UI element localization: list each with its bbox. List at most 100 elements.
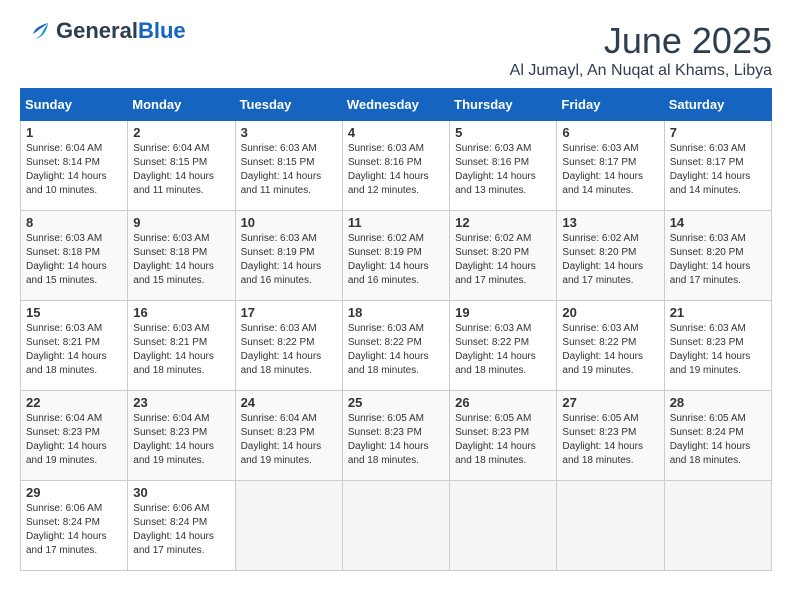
table-row: 11 Sunrise: 6:02 AM Sunset: 8:19 PM Dayl… <box>342 211 449 301</box>
table-row: 13 Sunrise: 6:02 AM Sunset: 8:20 PM Dayl… <box>557 211 664 301</box>
day-number: 21 <box>670 305 766 320</box>
day-info: Sunrise: 6:03 AM Sunset: 8:22 PM Dayligh… <box>241 322 337 378</box>
location-title: Al Jumayl, An Nuqat al Khams, Libya <box>510 62 772 80</box>
col-monday: Monday <box>128 89 235 121</box>
table-row: 28 Sunrise: 6:05 AM Sunset: 8:24 PM Dayl… <box>664 391 771 481</box>
table-row: 1 Sunrise: 6:04 AM Sunset: 8:14 PM Dayli… <box>21 121 128 211</box>
calendar-table: Sunday Monday Tuesday Wednesday Thursday… <box>20 88 772 571</box>
day-info: Sunrise: 6:03 AM Sunset: 8:22 PM Dayligh… <box>455 322 551 378</box>
logo: GeneralBlue <box>20 20 186 43</box>
table-row <box>235 481 342 571</box>
day-info: Sunrise: 6:04 AM Sunset: 8:23 PM Dayligh… <box>133 412 229 468</box>
day-info: Sunrise: 6:02 AM Sunset: 8:20 PM Dayligh… <box>455 232 551 288</box>
day-number: 12 <box>455 215 551 230</box>
table-row: 21 Sunrise: 6:03 AM Sunset: 8:23 PM Dayl… <box>664 301 771 391</box>
day-info: Sunrise: 6:02 AM Sunset: 8:19 PM Dayligh… <box>348 232 444 288</box>
day-number: 1 <box>26 125 122 140</box>
month-title: June 2025 <box>510 20 772 62</box>
day-number: 2 <box>133 125 229 140</box>
table-row: 2 Sunrise: 6:04 AM Sunset: 8:15 PM Dayli… <box>128 121 235 211</box>
day-number: 8 <box>26 215 122 230</box>
table-row <box>450 481 557 571</box>
day-info: Sunrise: 6:02 AM Sunset: 8:20 PM Dayligh… <box>562 232 658 288</box>
table-row: 24 Sunrise: 6:04 AM Sunset: 8:23 PM Dayl… <box>235 391 342 481</box>
table-row: 9 Sunrise: 6:03 AM Sunset: 8:18 PM Dayli… <box>128 211 235 301</box>
day-info: Sunrise: 6:03 AM Sunset: 8:16 PM Dayligh… <box>348 142 444 198</box>
day-number: 11 <box>348 215 444 230</box>
day-info: Sunrise: 6:03 AM Sunset: 8:22 PM Dayligh… <box>348 322 444 378</box>
day-info: Sunrise: 6:03 AM Sunset: 8:19 PM Dayligh… <box>241 232 337 288</box>
calendar-week-row: 29 Sunrise: 6:06 AM Sunset: 8:24 PM Dayl… <box>21 481 772 571</box>
day-number: 24 <box>241 395 337 410</box>
day-info: Sunrise: 6:03 AM Sunset: 8:21 PM Dayligh… <box>133 322 229 378</box>
table-row: 3 Sunrise: 6:03 AM Sunset: 8:15 PM Dayli… <box>235 121 342 211</box>
calendar-week-row: 15 Sunrise: 6:03 AM Sunset: 8:21 PM Dayl… <box>21 301 772 391</box>
logo-bird-icon <box>20 21 52 43</box>
day-info: Sunrise: 6:03 AM Sunset: 8:20 PM Dayligh… <box>670 232 766 288</box>
table-row: 27 Sunrise: 6:05 AM Sunset: 8:23 PM Dayl… <box>557 391 664 481</box>
day-number: 5 <box>455 125 551 140</box>
day-number: 9 <box>133 215 229 230</box>
day-number: 20 <box>562 305 658 320</box>
day-info: Sunrise: 6:04 AM Sunset: 8:23 PM Dayligh… <box>26 412 122 468</box>
day-info: Sunrise: 6:04 AM Sunset: 8:15 PM Dayligh… <box>133 142 229 198</box>
day-info: Sunrise: 6:04 AM Sunset: 8:23 PM Dayligh… <box>241 412 337 468</box>
day-number: 26 <box>455 395 551 410</box>
col-friday: Friday <box>557 89 664 121</box>
title-area: June 2025 Al Jumayl, An Nuqat al Khams, … <box>510 20 772 80</box>
day-info: Sunrise: 6:05 AM Sunset: 8:23 PM Dayligh… <box>348 412 444 468</box>
table-row: 7 Sunrise: 6:03 AM Sunset: 8:17 PM Dayli… <box>664 121 771 211</box>
table-row: 6 Sunrise: 6:03 AM Sunset: 8:17 PM Dayli… <box>557 121 664 211</box>
day-number: 19 <box>455 305 551 320</box>
day-number: 14 <box>670 215 766 230</box>
day-number: 16 <box>133 305 229 320</box>
table-row: 26 Sunrise: 6:05 AM Sunset: 8:23 PM Dayl… <box>450 391 557 481</box>
day-number: 13 <box>562 215 658 230</box>
col-tuesday: Tuesday <box>235 89 342 121</box>
table-row: 4 Sunrise: 6:03 AM Sunset: 8:16 PM Dayli… <box>342 121 449 211</box>
calendar-header-row: Sunday Monday Tuesday Wednesday Thursday… <box>21 89 772 121</box>
day-number: 23 <box>133 395 229 410</box>
day-number: 27 <box>562 395 658 410</box>
logo-text: GeneralBlue <box>56 18 186 43</box>
day-number: 22 <box>26 395 122 410</box>
day-number: 3 <box>241 125 337 140</box>
day-info: Sunrise: 6:03 AM Sunset: 8:17 PM Dayligh… <box>670 142 766 198</box>
table-row: 17 Sunrise: 6:03 AM Sunset: 8:22 PM Dayl… <box>235 301 342 391</box>
calendar-week-row: 22 Sunrise: 6:04 AM Sunset: 8:23 PM Dayl… <box>21 391 772 481</box>
table-row: 12 Sunrise: 6:02 AM Sunset: 8:20 PM Dayl… <box>450 211 557 301</box>
day-info: Sunrise: 6:03 AM Sunset: 8:15 PM Dayligh… <box>241 142 337 198</box>
table-row: 8 Sunrise: 6:03 AM Sunset: 8:18 PM Dayli… <box>21 211 128 301</box>
day-info: Sunrise: 6:05 AM Sunset: 8:23 PM Dayligh… <box>562 412 658 468</box>
calendar-week-row: 1 Sunrise: 6:04 AM Sunset: 8:14 PM Dayli… <box>21 121 772 211</box>
col-thursday: Thursday <box>450 89 557 121</box>
day-number: 15 <box>26 305 122 320</box>
table-row: 29 Sunrise: 6:06 AM Sunset: 8:24 PM Dayl… <box>21 481 128 571</box>
day-info: Sunrise: 6:03 AM Sunset: 8:22 PM Dayligh… <box>562 322 658 378</box>
table-row: 19 Sunrise: 6:03 AM Sunset: 8:22 PM Dayl… <box>450 301 557 391</box>
day-number: 28 <box>670 395 766 410</box>
calendar-week-row: 8 Sunrise: 6:03 AM Sunset: 8:18 PM Dayli… <box>21 211 772 301</box>
day-info: Sunrise: 6:05 AM Sunset: 8:24 PM Dayligh… <box>670 412 766 468</box>
col-saturday: Saturday <box>664 89 771 121</box>
day-number: 6 <box>562 125 658 140</box>
day-number: 10 <box>241 215 337 230</box>
day-number: 4 <box>348 125 444 140</box>
day-number: 29 <box>26 485 122 500</box>
table-row: 18 Sunrise: 6:03 AM Sunset: 8:22 PM Dayl… <box>342 301 449 391</box>
day-number: 18 <box>348 305 444 320</box>
day-info: Sunrise: 6:03 AM Sunset: 8:17 PM Dayligh… <box>562 142 658 198</box>
table-row: 5 Sunrise: 6:03 AM Sunset: 8:16 PM Dayli… <box>450 121 557 211</box>
table-row: 25 Sunrise: 6:05 AM Sunset: 8:23 PM Dayl… <box>342 391 449 481</box>
page-header: GeneralBlue June 2025 Al Jumayl, An Nuqa… <box>20 20 772 80</box>
day-info: Sunrise: 6:03 AM Sunset: 8:18 PM Dayligh… <box>133 232 229 288</box>
table-row: 14 Sunrise: 6:03 AM Sunset: 8:20 PM Dayl… <box>664 211 771 301</box>
day-number: 25 <box>348 395 444 410</box>
table-row <box>557 481 664 571</box>
day-number: 30 <box>133 485 229 500</box>
table-row: 10 Sunrise: 6:03 AM Sunset: 8:19 PM Dayl… <box>235 211 342 301</box>
table-row: 20 Sunrise: 6:03 AM Sunset: 8:22 PM Dayl… <box>557 301 664 391</box>
table-row <box>342 481 449 571</box>
col-wednesday: Wednesday <box>342 89 449 121</box>
day-info: Sunrise: 6:03 AM Sunset: 8:23 PM Dayligh… <box>670 322 766 378</box>
